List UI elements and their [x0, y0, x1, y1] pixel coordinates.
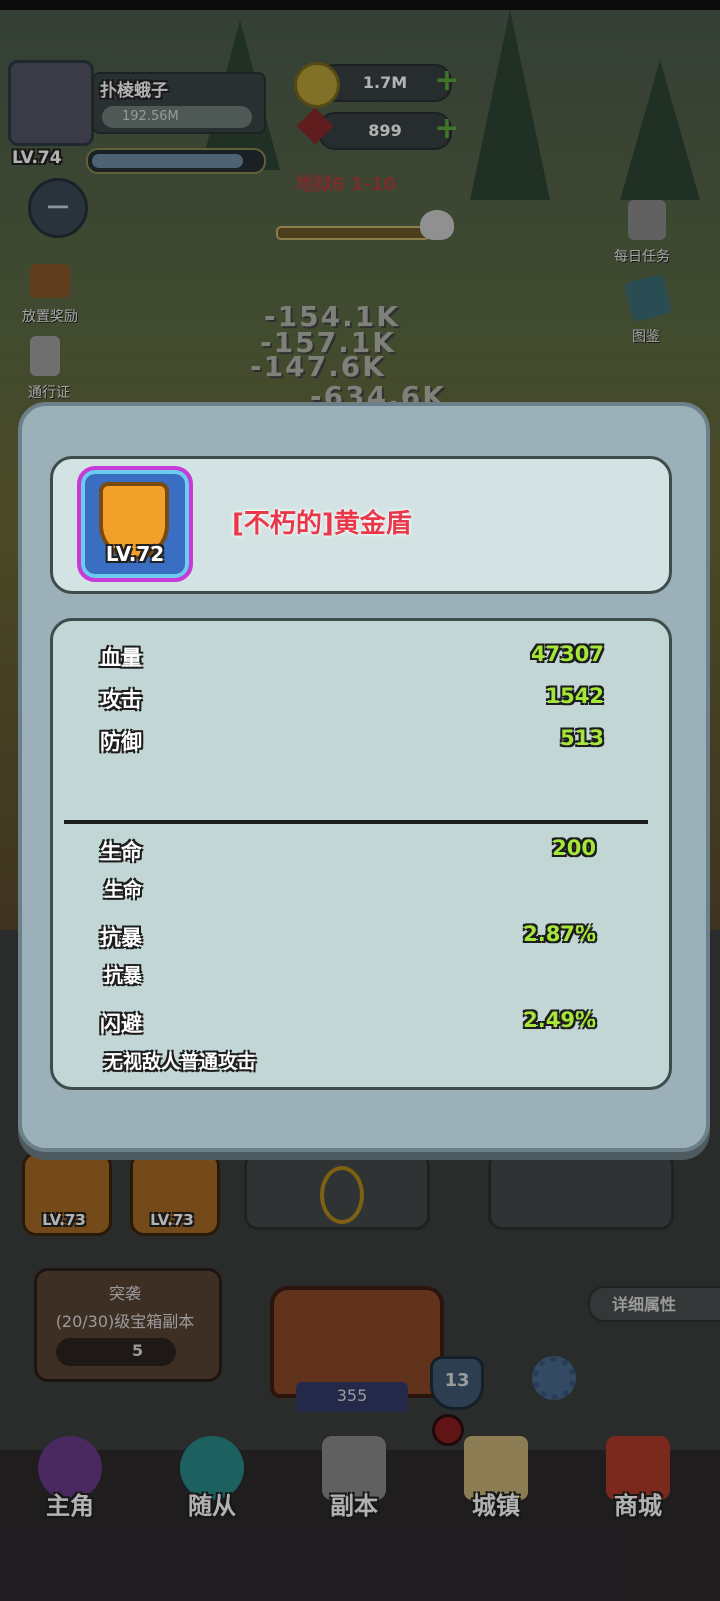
- item-icon-frame: LV.72: [77, 466, 193, 582]
- item-name: [不朽的]黄金盾: [232, 509, 412, 539]
- stat-label: 血量: [100, 646, 142, 670]
- stat-label: 攻击: [100, 688, 142, 712]
- bonus-stat-desc: 生命: [104, 879, 143, 901]
- bonus-stat-desc: 抗暴: [104, 965, 143, 987]
- bonus-stat-label: 生命: [100, 840, 142, 864]
- item-level: LV.72: [105, 542, 165, 566]
- bonus-stat-desc: 无视敌人普通攻击: [104, 1051, 257, 1073]
- stat-label: 防御: [100, 730, 142, 754]
- stat-value: 513: [560, 726, 604, 750]
- bonus-stat-label: 抗暴: [100, 926, 142, 950]
- bonus-stat-value: 2.49%: [523, 1008, 596, 1032]
- bonus-stat-label: 闪避: [100, 1012, 142, 1036]
- stat-value: 47307: [530, 642, 604, 666]
- bonus-stat-value: 200: [552, 836, 596, 860]
- stats-divider: [64, 820, 648, 824]
- bonus-stat-value: 2.87%: [523, 922, 596, 946]
- stat-value: 1542: [545, 684, 604, 708]
